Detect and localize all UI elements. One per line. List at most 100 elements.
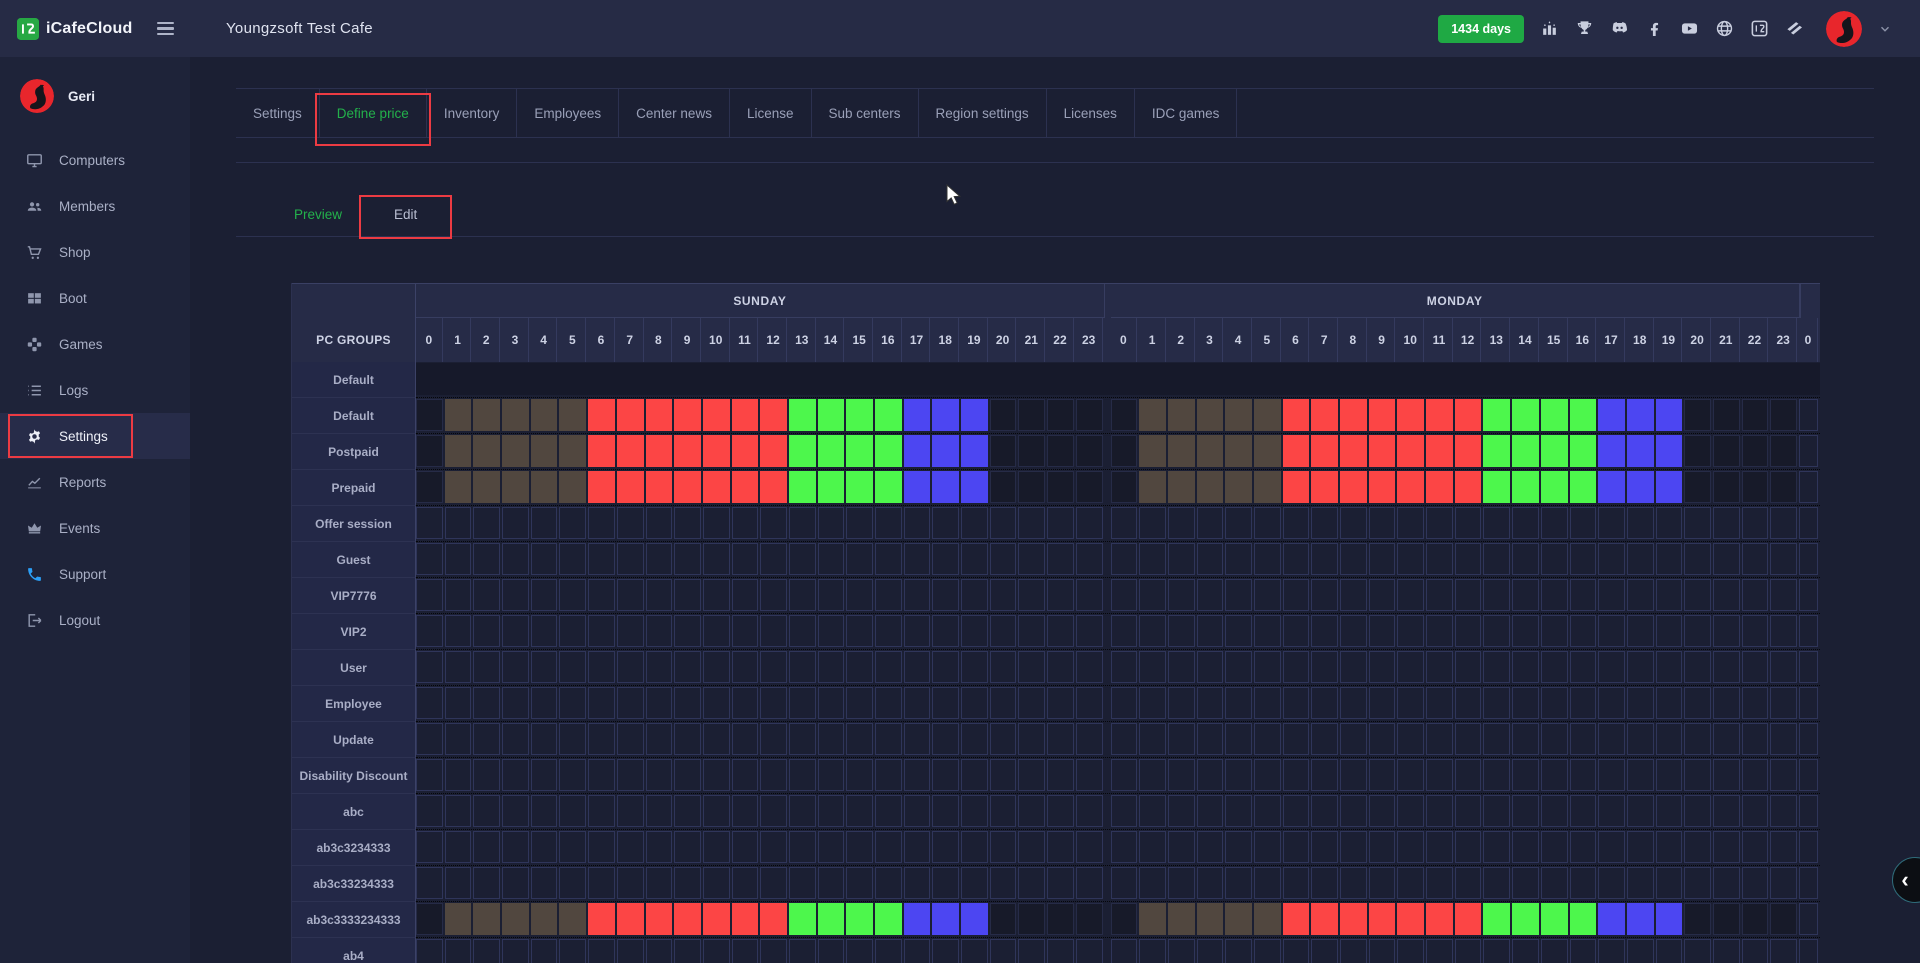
- schedule-cell: [1139, 507, 1166, 539]
- tab-center-news[interactable]: Center news: [619, 89, 730, 137]
- windows-icon: [26, 290, 43, 307]
- schedule-cell: [502, 651, 529, 683]
- schedule-cell: [1139, 759, 1166, 791]
- discord-icon[interactable]: [1610, 19, 1629, 38]
- brand-layers-icon[interactable]: [1785, 19, 1804, 38]
- schedule-cell: [1369, 615, 1396, 647]
- schedule-cell: [875, 615, 902, 647]
- schedule-cell: [1047, 507, 1074, 539]
- facebook-icon[interactable]: [1645, 19, 1664, 38]
- schedule-cell: [1455, 939, 1482, 963]
- schedule-cell: [1598, 579, 1625, 611]
- schedule-cell: [1369, 435, 1396, 467]
- schedule-cell: [990, 615, 1017, 647]
- schedule-cell: [1656, 507, 1683, 539]
- tab-idc-games[interactable]: IDC games: [1135, 89, 1238, 137]
- days-badge[interactable]: 1434 days: [1438, 15, 1524, 43]
- tab-license[interactable]: License: [730, 89, 812, 137]
- schedule-cell: [818, 831, 845, 863]
- schedule-cell: [789, 543, 816, 575]
- sidebar-item-support[interactable]: Support: [0, 551, 190, 597]
- table-row-vip7776: VIP7776: [292, 578, 1820, 614]
- sidebar-item-events[interactable]: Events: [0, 505, 190, 551]
- tab-settings[interactable]: Settings: [236, 89, 320, 137]
- schedule-cell: [904, 687, 931, 719]
- schedule-cell: [1254, 615, 1281, 647]
- schedule-cell: [846, 579, 873, 611]
- schedule-cell: [531, 867, 558, 899]
- schedule-cell: [1713, 867, 1740, 899]
- schedule-cell: [789, 687, 816, 719]
- schedule-cell: [1426, 687, 1453, 719]
- schedule-cell: [445, 615, 472, 647]
- schedule-cell: [1197, 723, 1224, 755]
- schedule-cell: [1598, 759, 1625, 791]
- schedule-cell: [1483, 723, 1510, 755]
- user-avatar[interactable]: [20, 79, 54, 113]
- schedule-cell: [961, 579, 988, 611]
- subtab-edit[interactable]: Edit: [368, 196, 443, 236]
- schedule-cell: [1168, 867, 1195, 899]
- schedule-cell: [1311, 615, 1338, 647]
- schedule-cell: [1742, 507, 1769, 539]
- sidebar-item-logs[interactable]: Logs: [0, 367, 190, 413]
- sidebar-item-shop[interactable]: Shop: [0, 229, 190, 275]
- schedule-cell: [1713, 795, 1740, 827]
- schedule-cell: [473, 399, 500, 431]
- subtab-preview[interactable]: Preview: [268, 196, 368, 236]
- youtube-icon[interactable]: [1680, 19, 1699, 38]
- schedule-cell: [531, 759, 558, 791]
- sidebar-item-settings[interactable]: Settings: [0, 413, 190, 459]
- schedule-cell: [1168, 687, 1195, 719]
- schedule-cell: [1111, 687, 1138, 719]
- schedule-cell: [990, 507, 1017, 539]
- icafe-logo-icon[interactable]: [1750, 19, 1769, 38]
- schedule-cell: [732, 759, 759, 791]
- hour-header: 21: [1018, 318, 1045, 362]
- sidebar-item-games[interactable]: Games: [0, 321, 190, 367]
- sidebar-item-logout[interactable]: Logout: [0, 597, 190, 643]
- chevron-down-icon[interactable]: [1878, 22, 1892, 36]
- leaderboard-icon[interactable]: [1540, 19, 1559, 38]
- hour-header: 9: [674, 318, 701, 362]
- schedule-cell: [1225, 543, 1252, 575]
- schedule-cell: [1340, 867, 1367, 899]
- sidebar: Geri ComputersMembersShopBootGamesLogsSe…: [0, 57, 190, 963]
- schedule-cell: [1598, 651, 1625, 683]
- schedule-cell: [1541, 867, 1568, 899]
- sidebar-item-reports[interactable]: Reports: [0, 459, 190, 505]
- tab-sub-centers[interactable]: Sub centers: [812, 89, 919, 137]
- tab-employees[interactable]: Employees: [517, 89, 619, 137]
- schedule-cell: [904, 867, 931, 899]
- sidebar-item-computers[interactable]: Computers: [0, 137, 190, 183]
- tab-define-price[interactable]: Define price: [320, 89, 427, 137]
- schedule-cell: [818, 795, 845, 827]
- schedule-cell: [1598, 939, 1625, 963]
- schedule-cell: [1047, 939, 1074, 963]
- row-label: abc: [292, 794, 416, 830]
- row-label: Prepaid: [292, 470, 416, 506]
- tab-inventory[interactable]: Inventory: [427, 89, 518, 137]
- schedule-cell: [617, 759, 644, 791]
- schedule-cell: [1168, 399, 1195, 431]
- schedule-cell: [1047, 399, 1074, 431]
- avatar[interactable]: [1826, 11, 1862, 47]
- schedule-cell: [1225, 507, 1252, 539]
- schedule-cell: [1656, 903, 1683, 935]
- sidebar-item-boot[interactable]: Boot: [0, 275, 190, 321]
- tab-region-settings[interactable]: Region settings: [919, 89, 1047, 137]
- schedule-cell: [502, 939, 529, 963]
- tab-licenses[interactable]: Licenses: [1047, 89, 1135, 137]
- schedule-cell: [674, 687, 701, 719]
- brand-name: iCafeCloud: [46, 20, 132, 38]
- hamburger-menu-icon[interactable]: [157, 22, 174, 36]
- globe-icon[interactable]: [1715, 19, 1734, 38]
- sidebar-item-members[interactable]: Members: [0, 183, 190, 229]
- schedule-cell: [1570, 723, 1597, 755]
- schedule-cell: [1076, 759, 1103, 791]
- schedule-cell: [846, 795, 873, 827]
- schedule-cell: [904, 723, 931, 755]
- trophy-icon[interactable]: [1575, 19, 1594, 38]
- schedule-cell: [416, 435, 443, 467]
- table-row-postpaid: Postpaid: [292, 434, 1820, 470]
